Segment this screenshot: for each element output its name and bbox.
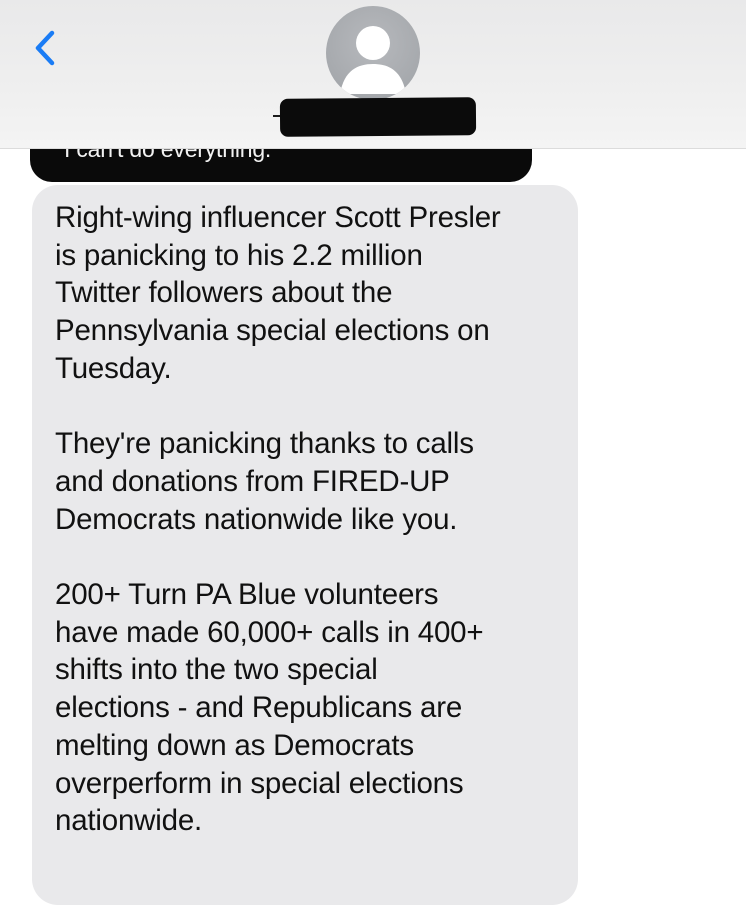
message-text: Right-wing influencer Scott Presler is p… bbox=[55, 199, 595, 840]
message-paragraph: 200+ Turn PA Blue volunteers have made 6… bbox=[55, 578, 484, 838]
person-silhouette-icon bbox=[340, 26, 406, 94]
contact-avatar[interactable] bbox=[326, 6, 420, 100]
chevron-left-icon bbox=[35, 30, 55, 66]
message-paragraph: Right-wing influencer Scott Presler is p… bbox=[55, 201, 501, 385]
contact-name-redacted bbox=[279, 97, 477, 137]
conversation-header bbox=[0, 0, 746, 149]
message-paragraph: They're panicking thanks to calls and do… bbox=[55, 427, 474, 536]
back-button[interactable] bbox=[26, 22, 66, 74]
